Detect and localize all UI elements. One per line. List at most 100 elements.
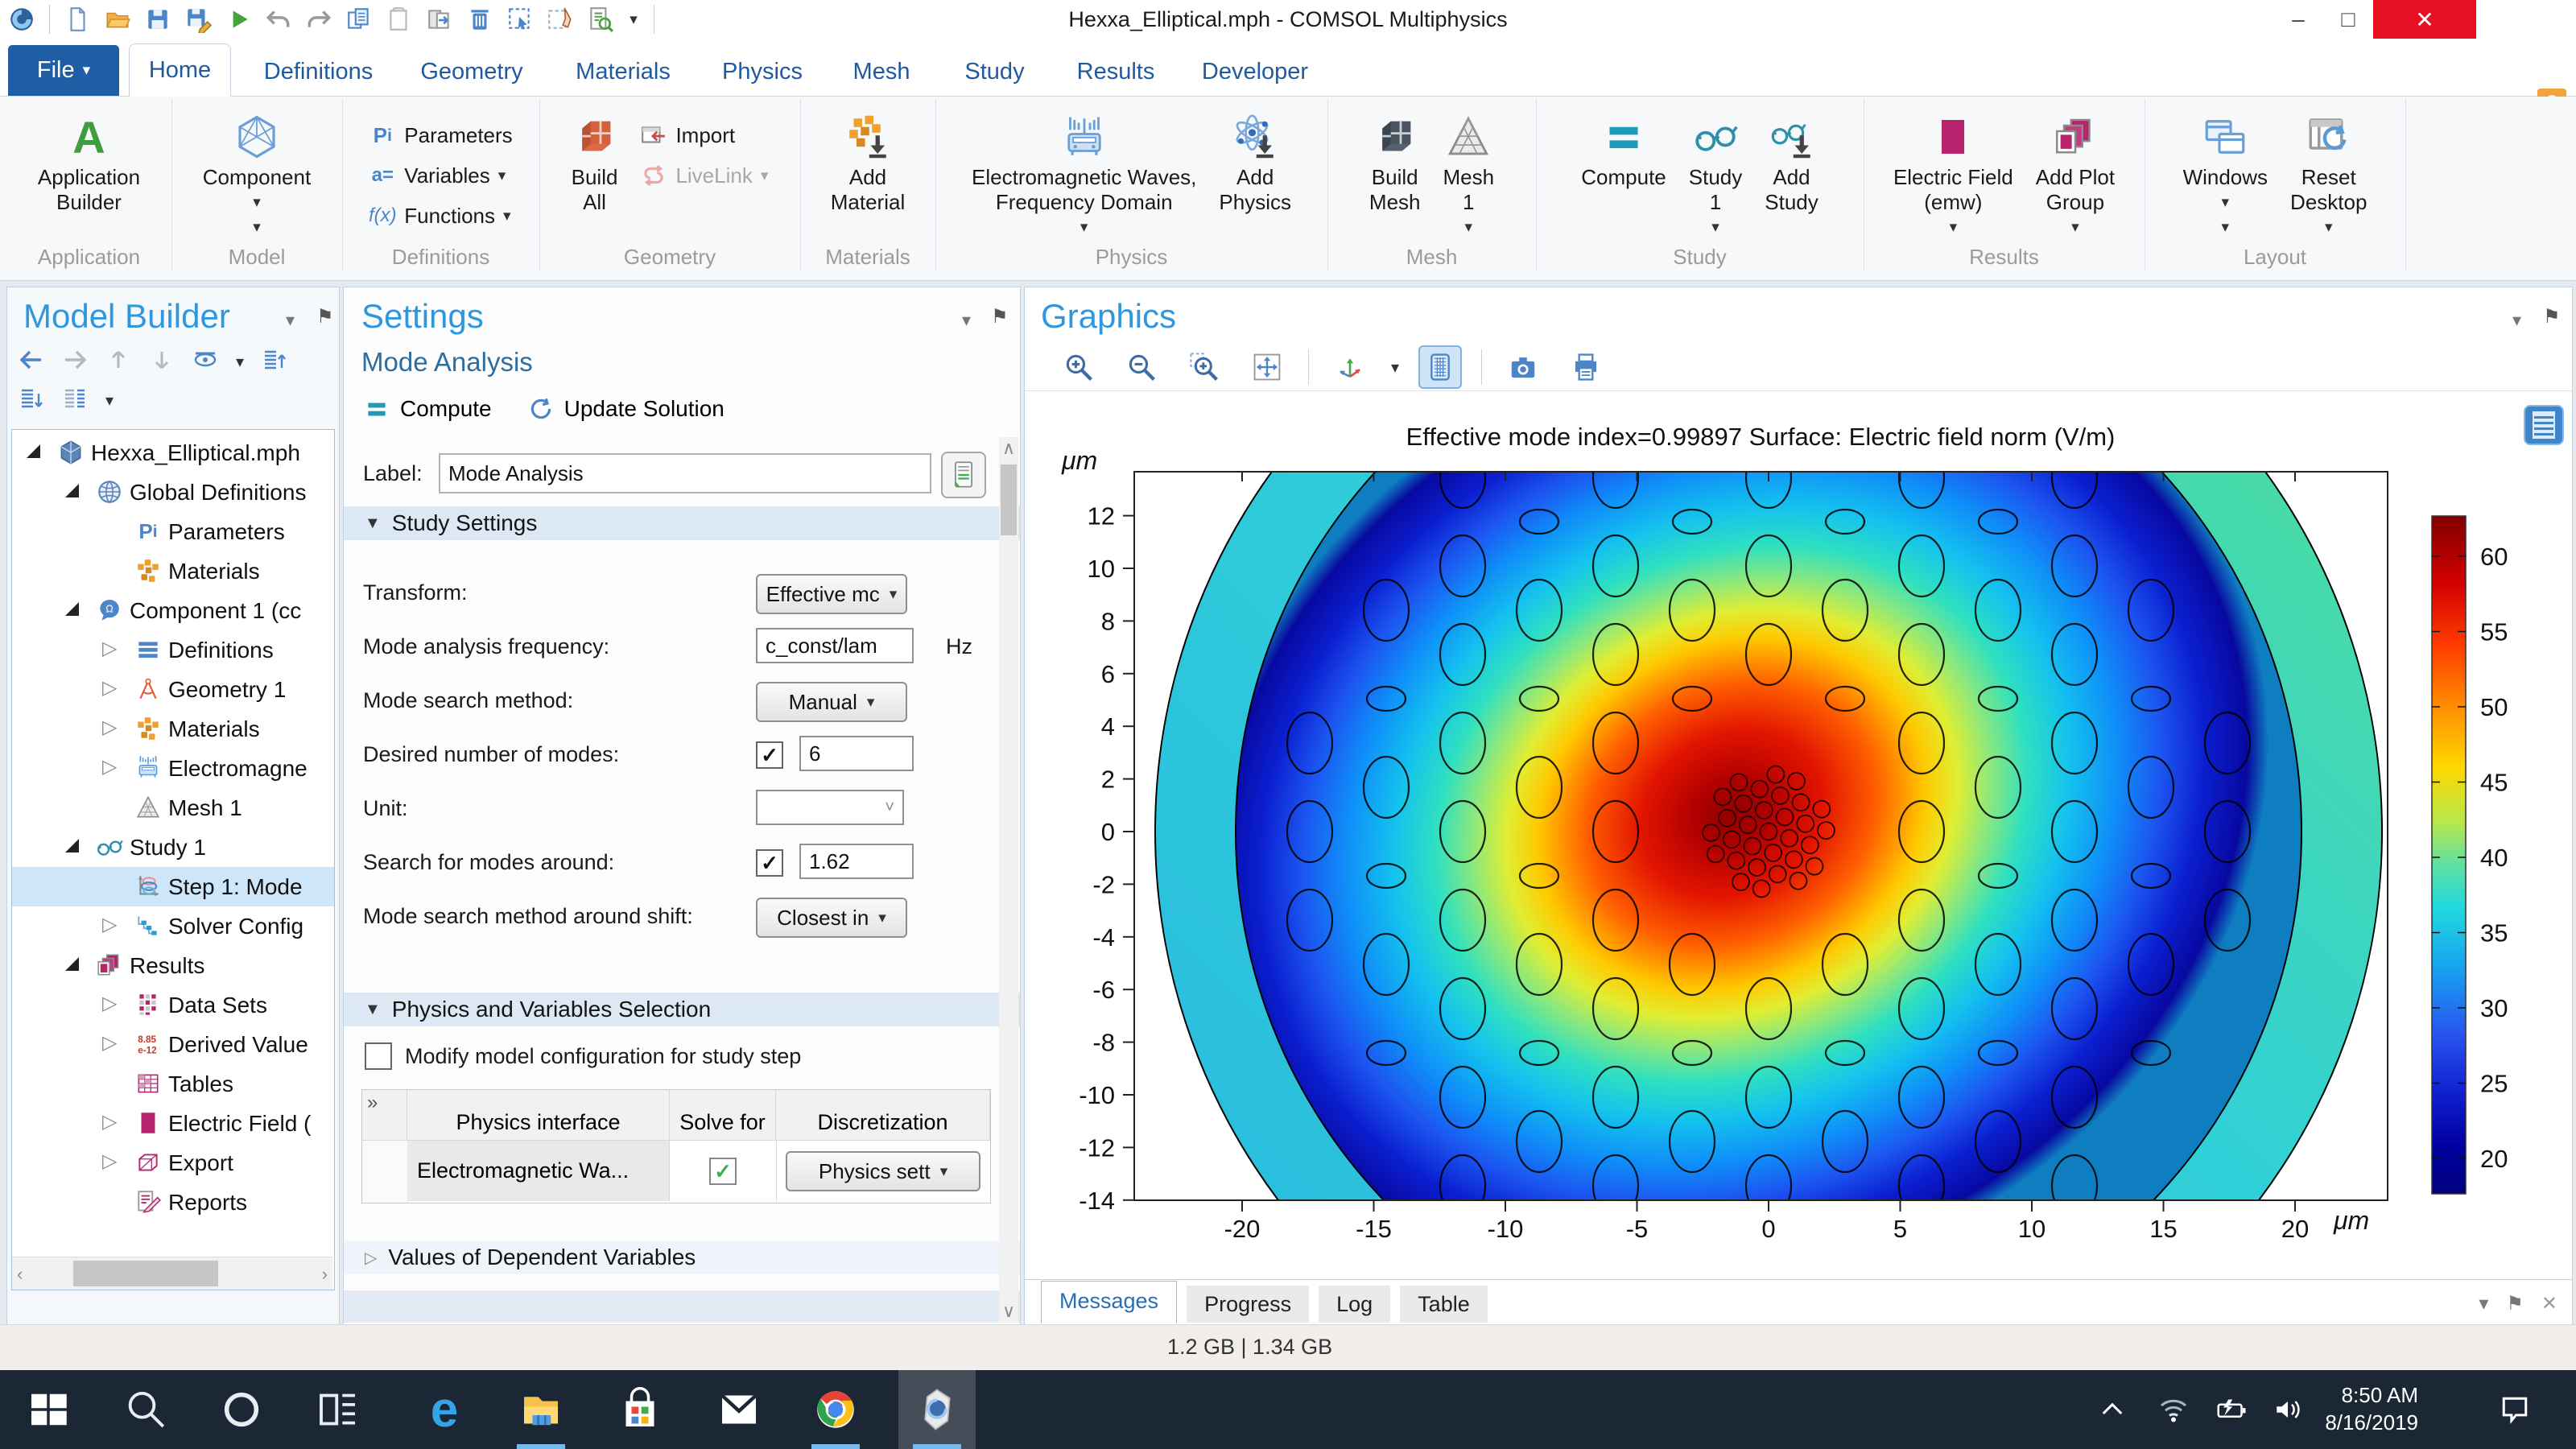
ribbon-tab-materials[interactable]: Materials (559, 48, 687, 96)
tray-tray-expand-button[interactable] (2087, 1370, 2138, 1449)
pin-icon[interactable]: ⚑ (316, 305, 334, 328)
scroll-thumb[interactable] (73, 1261, 218, 1286)
taskbar-clock[interactable]: 8:50 AM 8/16/2019 (2325, 1381, 2418, 1436)
run-button[interactable] (221, 2, 255, 36)
taskbar-comsol-button[interactable] (898, 1370, 976, 1449)
expander-expanded-icon[interactable] (65, 957, 79, 971)
expander-expanded-icon[interactable] (65, 484, 79, 497)
ribbon-button-add-physics[interactable]: AddPhysics (1219, 109, 1291, 215)
taskbar-search-button[interactable] (106, 1370, 184, 1449)
settings-toolbar-compute[interactable]: Compute (363, 395, 492, 423)
copy-button[interactable] (342, 2, 376, 36)
close-icon[interactable]: ✕ (2541, 1292, 2557, 1315)
chevron-down-icon[interactable]: ▾ (2479, 1292, 2488, 1315)
ribbon-button-windows[interactable]: Windows ▾▾ (2183, 109, 2268, 240)
modify-config-checkbox[interactable] (365, 1042, 392, 1070)
tree-item-step-1-mode[interactable]: Step 1: Mode (12, 867, 334, 906)
tree-item-electromagne[interactable]: ▷Electromagne (12, 749, 334, 788)
tree-item-study-1[interactable]: Study 1 (12, 828, 334, 867)
taskbar-chrome-button[interactable] (797, 1370, 874, 1449)
dropdown-0[interactable]: Effective mc▾ (756, 574, 907, 614)
expander-collapsed-icon[interactable]: ▷ (102, 913, 117, 936)
ribbon-tab-definitions[interactable]: Definitions (252, 48, 385, 96)
field-input-5[interactable] (799, 844, 914, 879)
open-file-button[interactable] (101, 2, 134, 36)
ribbon-button-application-builder[interactable]: AApplicationBuilder (38, 109, 140, 215)
chevron-down-icon[interactable]: ▾ (286, 310, 295, 331)
dropdown-2[interactable]: Manual▾ (756, 682, 907, 722)
expander-collapsed-icon[interactable]: ▷ (102, 637, 117, 660)
collapse-list-button[interactable] (19, 386, 44, 415)
tree-item-materials[interactable]: Materials (12, 551, 334, 591)
ribbon-button-add-plot-group[interactable]: Add PlotGroup ▾ (2036, 109, 2115, 240)
paste-button[interactable] (382, 2, 416, 36)
move-down-button[interactable] (149, 347, 175, 377)
tree-item-geometry-1[interactable]: ▷Geometry 1 (12, 670, 334, 709)
tree-item-results[interactable]: Results (12, 946, 334, 985)
ribbon-tab-home[interactable]: Home (129, 43, 231, 98)
ribbon-button-build-mesh[interactable]: BuildMesh (1369, 109, 1421, 215)
section-study-settings[interactable]: ▼Study Settings (344, 506, 1020, 540)
ribbon-tab-physics[interactable]: Physics (710, 48, 815, 96)
settings-scrollbar[interactable]: ∧∨ (999, 437, 1018, 1323)
taskbar-edge-button[interactable]: e (406, 1370, 483, 1449)
chevron-down-icon[interactable]: ▾ (1391, 357, 1399, 378)
pin-icon[interactable]: ⚑ (2506, 1292, 2524, 1315)
zoom-in-button[interactable] (1057, 345, 1100, 389)
scroll-left-icon[interactable]: ‹ (17, 1264, 23, 1285)
section-dependent-variables[interactable]: ▷Values of Dependent Variables (344, 1241, 1020, 1274)
tree-item-data-sets[interactable]: ▷Data Sets (12, 985, 334, 1025)
tree-item-parameters[interactable]: PiParameters (12, 512, 334, 551)
zoom-extents-button[interactable] (1245, 345, 1289, 389)
columns-button[interactable] (62, 386, 88, 415)
taskbar-store-button[interactable] (601, 1370, 679, 1449)
taskbar-task-view-button[interactable] (299, 1370, 377, 1449)
print-button[interactable] (1564, 345, 1608, 389)
save-as-button[interactable] (181, 2, 215, 36)
qat-dropdown[interactable]: ▾ (624, 2, 643, 36)
delete-button[interactable] (463, 2, 497, 36)
ribbon-button-add-material[interactable]: AddMaterial (831, 109, 905, 215)
table-header-discretization[interactable]: Discretization (776, 1090, 990, 1140)
expander-collapsed-icon[interactable]: ▷ (102, 755, 117, 778)
expander-expanded-icon[interactable] (65, 839, 79, 852)
tree-item-global-definitions[interactable]: Global Definitions (12, 473, 334, 512)
ribbon-button-parameters[interactable]: PiParameters (369, 122, 512, 149)
table-corner[interactable]: » (362, 1090, 407, 1140)
bottom-tab-log[interactable]: Log (1319, 1286, 1390, 1323)
tray-volume-button[interactable] (2262, 1370, 2314, 1449)
field-input-3[interactable] (799, 736, 914, 771)
expander-collapsed-icon[interactable]: ▷ (102, 676, 117, 700)
tree-item-hexxa-elliptical-mph[interactable]: Hexxa_Elliptical.mph (12, 433, 334, 473)
find-button[interactable] (584, 2, 617, 36)
maximize-button[interactable]: □ (2323, 0, 2373, 39)
scroll-down-icon[interactable]: ∨ (999, 1300, 1018, 1323)
move-up-button[interactable] (105, 347, 131, 377)
tree-item-mesh-1[interactable]: Mesh 1 (12, 788, 334, 828)
expander-collapsed-icon[interactable]: ▷ (102, 1031, 117, 1055)
ribbon-tab-developer[interactable]: Developer (1191, 48, 1319, 96)
chevron-down-icon[interactable]: ▾ (962, 310, 971, 331)
ribbon-button-livelink[interactable]: LiveLink▾ (640, 162, 768, 189)
grid-button[interactable] (1418, 345, 1462, 389)
new-file-button[interactable] (60, 2, 94, 36)
tray-battery-button[interactable] (2206, 1370, 2257, 1449)
tree-item-solver-config[interactable]: ▷Solver Config (12, 906, 334, 946)
snapshot-button[interactable] (1501, 345, 1545, 389)
table-row-handle[interactable] (362, 1140, 408, 1202)
ribbon-button-reset-desktop[interactable]: ResetDesktop ▾ (2290, 109, 2367, 240)
tree-item-reports[interactable]: Reports (12, 1183, 334, 1222)
ribbon-button-electric-field-emw-[interactable]: Electric Field(emw) ▾ (1893, 109, 2013, 240)
taskbar-start-button[interactable] (10, 1370, 87, 1449)
field-checkbox-5[interactable]: ✓ (756, 849, 783, 877)
field-checkbox-3[interactable]: ✓ (756, 741, 783, 769)
ribbon-button-component[interactable]: Component ▾▾ (203, 109, 311, 240)
solve-checkbox[interactable]: ✓ (709, 1158, 737, 1185)
comsol-logo-button[interactable] (5, 2, 39, 36)
ribbon-button-compute[interactable]: Compute (1581, 109, 1666, 190)
ribbon-button-mesh-1[interactable]: Mesh1 ▾ (1443, 109, 1495, 240)
bottom-tab-table[interactable]: Table (1400, 1286, 1488, 1323)
field-input-1[interactable] (756, 628, 914, 663)
nav-back-button[interactable] (19, 347, 44, 377)
redo-button[interactable] (302, 2, 336, 36)
